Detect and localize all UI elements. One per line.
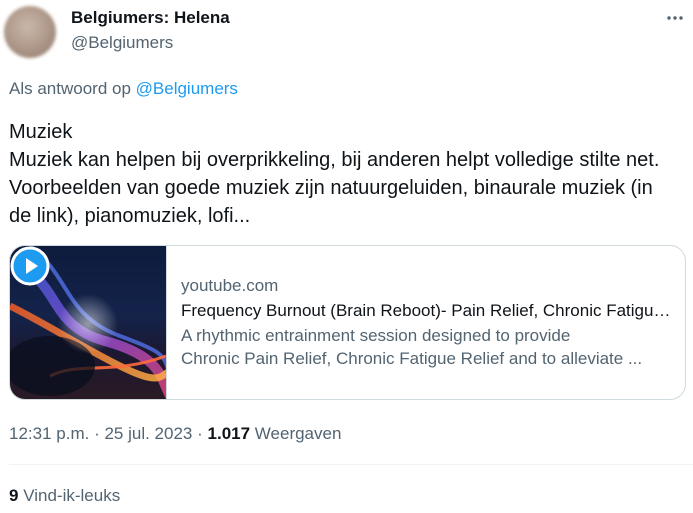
reply-context-prefix: Als antwoord op <box>9 79 131 98</box>
tweet-text-line: Muziek <box>9 121 73 143</box>
separator-dot: · <box>94 424 100 443</box>
author-display-name[interactable]: Belgiumers: Helena <box>71 8 230 28</box>
tweet: Belgiumers: Helena @Belgiumers Als antwo… <box>0 0 693 513</box>
link-card-description-line: Chronic Pain Relief, Chronic Fatigue Rel… <box>181 349 643 368</box>
tweet-text-line: Muziek kan helpen bij overprikkeling, bi… <box>9 149 660 227</box>
link-card-title: Frequency Burnout (Brain Reboot)- Pain R… <box>181 301 677 320</box>
author-handle[interactable]: @Belgiumers <box>71 33 173 53</box>
tweet-date[interactable]: 25 jul. 2023 <box>104 424 192 443</box>
link-card-description-line: A rhythmic entrainment session designed … <box>181 326 571 345</box>
likes-stat[interactable]: 9 Vind-ik-leuks <box>9 486 120 506</box>
reply-context: Als antwoord op @Belgiumers <box>9 79 238 99</box>
views-label: Weergaven <box>254 424 342 443</box>
link-card-thumbnail[interactable] <box>10 246 167 399</box>
more-horizontal-icon <box>667 16 683 20</box>
divider <box>9 464 693 465</box>
tweet-metadata: 12:31 p.m. · 25 jul. 2023 · 1.017 Weerga… <box>9 424 341 444</box>
avatar[interactable] <box>4 6 56 58</box>
link-card-description: A rhythmic entrainment session designed … <box>181 324 677 370</box>
tweet-time[interactable]: 12:31 p.m. <box>9 424 89 443</box>
likes-count: 9 <box>9 486 19 505</box>
reply-mention-link[interactable]: @Belgiumers <box>136 79 238 98</box>
more-options-button[interactable] <box>660 6 690 30</box>
play-icon[interactable] <box>10 246 50 286</box>
likes-label: Vind-ik-leuks <box>23 486 121 505</box>
views-count: 1.017 <box>207 424 251 443</box>
tweet-text: Muziek Muziek kan helpen bij overprikkel… <box>9 118 679 230</box>
link-card-body[interactable]: youtube.com Frequency Burnout (Brain Reb… <box>181 274 677 370</box>
separator-dot: · <box>197 424 203 443</box>
link-card[interactable]: youtube.com Frequency Burnout (Brain Reb… <box>9 245 686 400</box>
link-card-domain: youtube.com <box>181 276 279 295</box>
